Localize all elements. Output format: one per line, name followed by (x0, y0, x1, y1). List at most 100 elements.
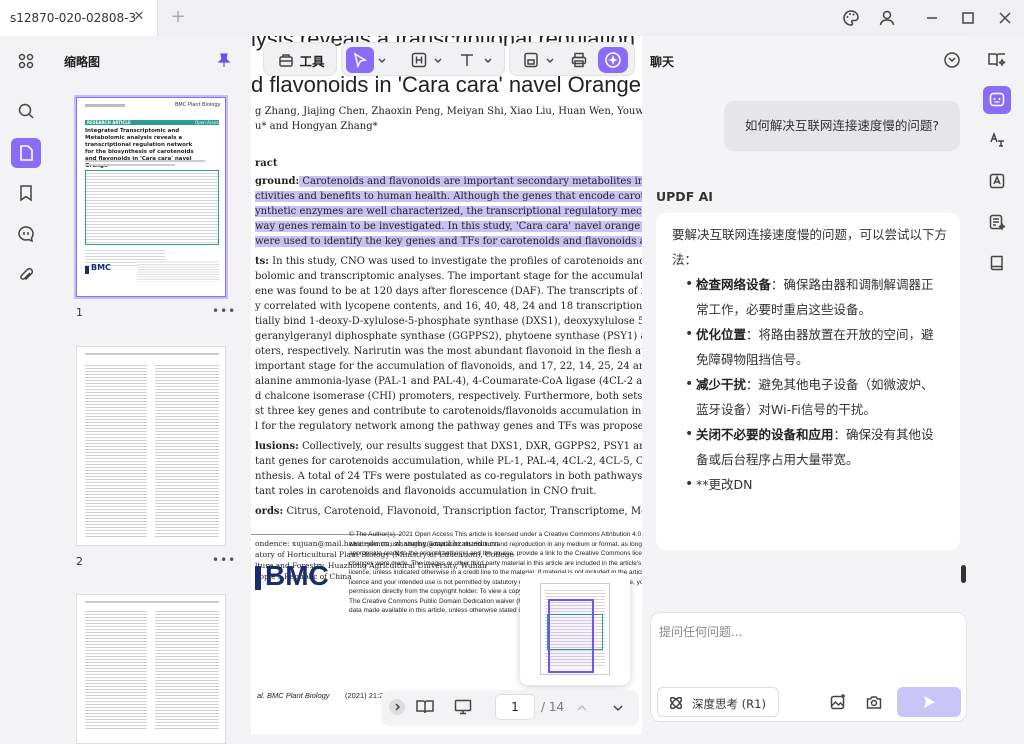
ai-response-card: 要解决互联网连接速度慢的问题，可以尝试以下方法： 检查网络设备：确保路由器和调制… (656, 213, 960, 550)
page-icon[interactable] (11, 138, 41, 168)
background-line: ynthetic enzymes are well characterized,… (255, 206, 642, 217)
chat-title: 聊天 (650, 55, 675, 69)
title-bar: s12870-020-02808-3 ✕ + (0, 0, 1024, 36)
grid-icon[interactable] (11, 46, 41, 76)
results-line: In this study, CNO was used to investiga… (272, 256, 642, 267)
book-icon[interactable] (983, 46, 1011, 74)
chat-panel: 聊天 如何解决互联网连接速度慢的问题? UPDF AI 要解决互联网连接速度慢的… (642, 36, 972, 734)
chevron-up-icon[interactable] (575, 700, 589, 719)
heading-icon[interactable] (406, 47, 432, 73)
thumbnail-page-3[interactable] (76, 594, 226, 744)
deep-think-button[interactable]: 深度思考 (R1) (657, 687, 779, 717)
page-total: / 14 (541, 700, 565, 714)
attachment-icon[interactable] (11, 260, 41, 290)
clock-icon[interactable] (943, 51, 961, 73)
collapse-icon[interactable] (389, 699, 405, 715)
atom-icon (668, 695, 684, 715)
left-rail (0, 36, 50, 734)
chevron-down-icon[interactable] (544, 47, 556, 73)
abstract-heading: ract (255, 158, 278, 169)
chat-input-box[interactable]: 提问任何问题... 深度思考 (R1) (650, 612, 967, 722)
list-item: 减少干扰：避免其他电子设备（如微波炉、蓝牙设备）对Wi-Fi信号的干扰。 (685, 372, 946, 422)
close-icon[interactable] (995, 8, 1015, 28)
results-line: ene was found to be at 120 days after fl… (255, 286, 642, 297)
results-line: l for the regulatory network among the p… (255, 421, 642, 432)
save-icon[interactable] (518, 47, 544, 73)
thumbnail-page-1[interactable]: BMC Plant Biology RESEARCH ARTICLE Open … (74, 95, 228, 299)
more-options-icon[interactable]: ••• (212, 304, 236, 318)
reading-mode-icon[interactable] (415, 698, 435, 720)
palette-icon[interactable] (841, 8, 861, 28)
ai-intro: 要解决互联网连接速度慢的问题，可以尝试以下方法： (672, 227, 948, 267)
results-line: d chalcone isomerase (CHI) promoters, re… (255, 391, 642, 402)
tab-close-icon[interactable]: ✕ (131, 9, 147, 25)
bmc-logo: BMC (265, 560, 329, 591)
viewport-indicator[interactable] (548, 599, 594, 673)
results-line: y correlated with lycopene contents, and… (255, 301, 642, 312)
bullet-bold: 检查网络设备 (696, 277, 772, 292)
results-line: geranylgeranyl diphosphate synthase (GGP… (255, 331, 642, 342)
summary-icon[interactable] (983, 208, 1011, 236)
page-navigation-bar: 1 / 14 (381, 690, 639, 726)
ocr-icon[interactable] (983, 167, 1011, 195)
list-item: 关闭不必要的设备和应用：确保没有其他设备或后台程序占用大量带宽。 (685, 422, 946, 472)
ai-name: UPDF AI (656, 189, 713, 204)
library-icon[interactable] (983, 249, 1011, 277)
results-line: alanine ammonia-lyase (PAL-1 and PAL-4),… (255, 376, 642, 387)
camera-icon[interactable] (865, 693, 883, 715)
chat-scrollbar[interactable] (961, 565, 966, 583)
presentation-icon[interactable] (453, 698, 473, 720)
page-minimap[interactable] (520, 573, 630, 685)
minimize-icon[interactable] (922, 8, 942, 28)
document-tab[interactable]: s12870-020-02808-3 ✕ (0, 0, 158, 36)
ai-icon[interactable] (598, 47, 628, 73)
doc-authors-2: u* and Hongyan Zhang* (255, 121, 378, 132)
print-icon[interactable] (566, 47, 592, 73)
tab-title: s12870-020-02808-3 (10, 11, 137, 25)
background-line: Carotenoids and flavonoids are important… (299, 176, 642, 187)
thumbnails-panel: 缩略图 BMC Plant Biology RESEARCH ARTICLE O… (50, 36, 251, 744)
results-line: bolomic and transcriptomic analyses. The… (255, 271, 642, 282)
conclusions-label: lusions: (255, 441, 299, 452)
edit-tools-group (341, 42, 505, 76)
send-icon (924, 696, 935, 708)
footer-year: (2021) 21:2 (345, 691, 384, 700)
image-icon[interactable] (829, 693, 847, 715)
license-line: The Creative Commons Public Domain Dedic… (349, 597, 533, 605)
user-icon[interactable] (877, 8, 897, 28)
new-tab-button[interactable]: + (168, 7, 188, 27)
file-tools-group (509, 42, 635, 76)
more-options-icon[interactable]: ••• (212, 553, 236, 567)
maximize-icon[interactable] (958, 8, 978, 28)
send-button[interactable] (897, 687, 961, 717)
results-line: oters, respectively. Narirutin was the m… (255, 346, 642, 357)
bullet-bold: 关闭不必要的设备和应用 (696, 427, 834, 442)
background-line: way genes remain to be investigated. In … (255, 221, 642, 232)
license-line: data made available in this article, unl… (349, 607, 529, 614)
thumbnail-page-2[interactable] (76, 346, 226, 546)
user-message: 如何解决互联网连接速度慢的问题? (724, 101, 960, 151)
keywords-text: Citrus, Carotenoid, Flavonoid, Transcrip… (286, 506, 642, 517)
cursor-icon[interactable] (346, 47, 374, 73)
thumb-journal: BMC Plant Biology (175, 102, 221, 108)
text-icon[interactable] (454, 47, 480, 73)
chevron-down-icon[interactable] (482, 47, 494, 73)
translate-icon[interactable] (983, 126, 1011, 154)
bullet-bold: 优化位置 (696, 327, 747, 342)
bookmark-icon[interactable] (11, 178, 41, 208)
chevron-down-icon[interactable] (432, 47, 444, 73)
ai-assistant-icon[interactable] (983, 86, 1011, 114)
page-number-input[interactable]: 1 (495, 694, 535, 720)
results-line: st three key genes and contribute to car… (255, 406, 642, 417)
comment-icon[interactable] (11, 219, 41, 249)
license-line: permission directly from the copyright h… (349, 588, 523, 595)
thumb-access: Open Access (195, 120, 221, 125)
pin-icon[interactable] (216, 52, 232, 72)
tools-button[interactable]: 工具 (270, 47, 332, 73)
footer-citation: al. BMC Plant Biology (257, 691, 330, 700)
thumbnail-page-number: 2 (76, 555, 83, 568)
chevron-down-icon[interactable] (376, 47, 388, 73)
conclusions-line: nthesis. A total of 24 TFs were postulat… (255, 471, 642, 482)
chevron-down-icon[interactable] (611, 700, 625, 719)
search-icon[interactable] (11, 96, 41, 126)
